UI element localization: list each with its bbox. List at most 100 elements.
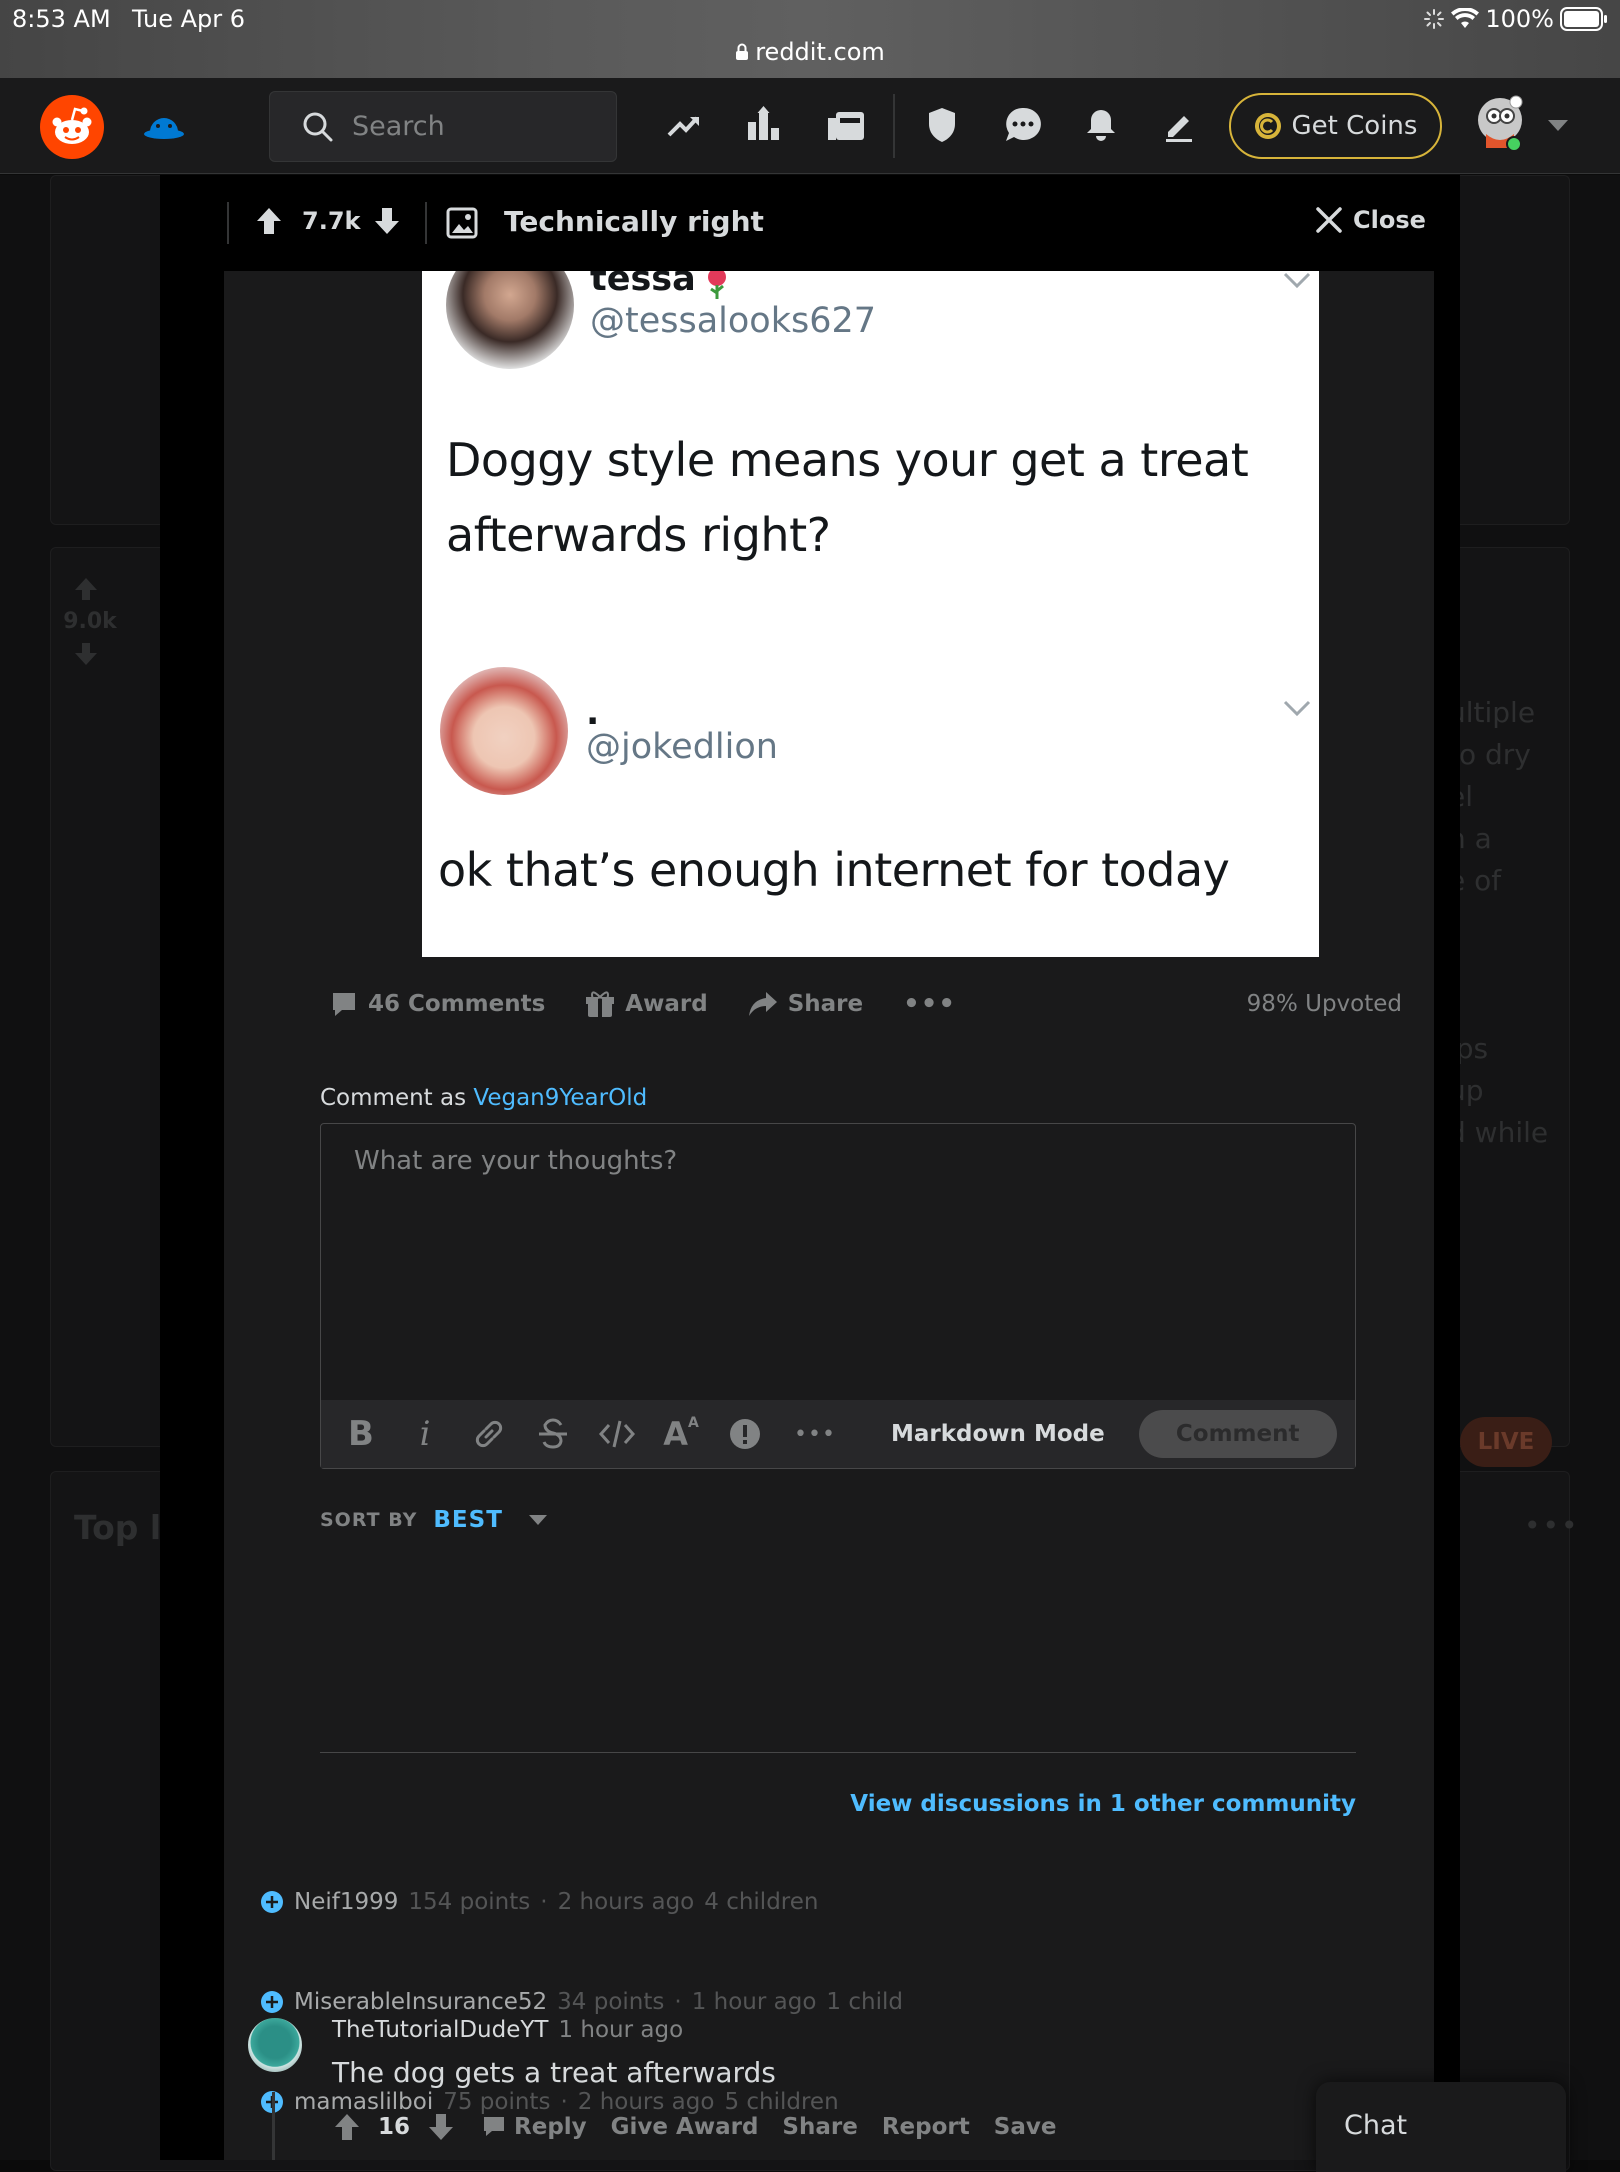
reply-label: Reply: [514, 2114, 587, 2140]
post-image[interactable]: tessa @tessalooks627 Doggy style means y…: [422, 271, 1319, 957]
comment-time: 1 hour ago: [558, 2017, 684, 2043]
share-arrow-icon: [748, 992, 777, 1016]
tweet1-handle: @tessalooks627: [590, 301, 877, 341]
more-options-icon[interactable]: •••: [903, 989, 956, 1019]
sort-by[interactable]: SORT BY BEST: [320, 1507, 547, 1533]
trending-icon[interactable]: [666, 108, 702, 144]
popular-community-icon[interactable]: [142, 108, 186, 144]
bg-side-text-1: to dry: [1448, 738, 1531, 771]
editor-toolbar: B i AA ••• Markdown Mode Comment: [321, 1400, 1355, 1468]
tweet1-chevron-down-icon: [1282, 271, 1312, 289]
image-post-icon: [446, 207, 478, 239]
strikethrough-icon[interactable]: [521, 1417, 585, 1451]
reply-button[interactable]: Reply: [482, 2114, 587, 2140]
bg-more-icon: •••: [1524, 1509, 1580, 1542]
tweet1-text: Doggy style means your get a treat after…: [446, 423, 1249, 573]
tweet1-text-line2: afterwards right?: [446, 508, 831, 562]
bg-live-badge: LIVE: [1460, 1417, 1552, 1467]
comment-actions: 16 Reply Give Award Share Report Save: [332, 2112, 1056, 2142]
bg-side-text-0: ultiple: [1448, 696, 1536, 729]
get-coins-label: Get Coins: [1291, 111, 1418, 141]
collapsed-children: 4 children: [704, 1889, 819, 1915]
comment-meta: TheTutorialDudeYT 1 hour ago: [332, 2017, 683, 2043]
status-date: Tue Apr 6: [132, 5, 246, 33]
expand-plus-icon[interactable]: [260, 1890, 284, 1914]
comment-icon: [333, 993, 355, 1016]
comment-as-username[interactable]: Vegan9YearOld: [473, 1085, 647, 1111]
close-icon: [1316, 207, 1342, 233]
share-label: Share: [787, 991, 864, 1017]
wifi-icon: [1451, 8, 1480, 30]
report-button[interactable]: Report: [882, 2114, 970, 2140]
chat-button[interactable]: Chat: [1316, 2082, 1566, 2172]
italic-icon[interactable]: i: [393, 1414, 457, 1454]
status-time: 8:53 AM: [12, 5, 111, 33]
spoiler-icon[interactable]: [713, 1418, 777, 1450]
comment-as: Comment as Vegan9YearOld: [320, 1085, 647, 1111]
collapsed-comment[interactable]: MiserableInsurance52 34 points · 1 hour …: [260, 1989, 903, 2015]
superscript-icon[interactable]: AA: [649, 1415, 713, 1453]
bg-vote-column: 9.0k: [63, 575, 117, 668]
comment-editor[interactable]: What are your thoughts? B i AA ••• Markd…: [320, 1123, 1356, 1469]
other-community-link[interactable]: View discussions in 1 other community: [850, 1791, 1356, 1817]
address-bar[interactable]: reddit.com: [0, 38, 1620, 66]
post-title[interactable]: Technically right: [504, 205, 764, 238]
comment-downvote-icon[interactable]: [426, 2112, 456, 2142]
give-award-button[interactable]: Give Award: [611, 2114, 759, 2140]
sort-divider: [320, 1752, 1356, 1753]
notification-bell-icon[interactable]: [1086, 108, 1116, 142]
downvote-arrow-icon[interactable]: [372, 206, 402, 236]
comment-share-button[interactable]: Share: [782, 2114, 857, 2140]
link-icon[interactable]: [457, 1416, 521, 1452]
comment-avatar[interactable]: [246, 2016, 304, 2074]
jokedlion-avatar: [440, 667, 568, 795]
create-post-pencil-icon[interactable]: [1164, 110, 1194, 142]
comment-score: 16: [378, 2114, 411, 2140]
sort-by-value[interactable]: BEST: [433, 1507, 503, 1533]
code-icon[interactable]: [585, 1418, 649, 1450]
sort-by-label: SORT BY: [320, 1509, 418, 1531]
comment-upvote-icon[interactable]: [332, 2112, 362, 2142]
sort-chevron-down-icon[interactable]: [528, 1515, 547, 1525]
moderation-shield-icon[interactable]: [926, 106, 958, 144]
upvote-arrow-icon[interactable]: [254, 206, 284, 236]
comment-submit-button[interactable]: Comment: [1138, 1410, 1337, 1458]
comment-text: The dog gets a treat afterwards: [332, 2056, 776, 2089]
collapsed-user[interactable]: MiserableInsurance52: [294, 1989, 547, 2015]
share-button[interactable]: Share: [748, 990, 863, 1018]
award-button[interactable]: Award: [585, 989, 708, 1019]
post-actions: 46 Comments Award Share •••: [330, 989, 956, 1019]
upvoted-percent: 98% Upvoted: [1246, 991, 1402, 1017]
bg-score: 9.0k: [63, 609, 117, 634]
feed-icon[interactable]: [826, 108, 866, 144]
comments-button[interactable]: 46 Comments: [330, 990, 545, 1018]
chat-bubble-icon[interactable]: [1004, 106, 1042, 144]
collapsed-user[interactable]: Neif1999: [294, 1889, 398, 1915]
comment-user[interactable]: TheTutorialDudeYT: [332, 2017, 548, 2043]
dot-separator: ·: [674, 1989, 682, 2015]
reddit-logo-icon[interactable]: [40, 95, 104, 159]
markdown-mode-button[interactable]: Markdown Mode: [891, 1421, 1105, 1447]
comment-thread-line[interactable]: [272, 2092, 275, 2160]
award-label: Award: [625, 991, 708, 1017]
battery-icon: [1560, 7, 1608, 31]
user-menu-chevron-down-icon[interactable]: [1548, 120, 1568, 132]
tessa-avatar: [446, 271, 574, 369]
bold-icon[interactable]: B: [329, 1414, 393, 1454]
editor-more-icon[interactable]: •••: [783, 1422, 847, 1447]
close-label: Close: [1353, 206, 1426, 234]
user-avatar[interactable]: [1474, 92, 1530, 154]
collapsed-comment[interactable]: Neif1999 154 points · 2 hours ago 4 chil…: [260, 1889, 818, 1915]
save-button[interactable]: Save: [994, 2114, 1057, 2140]
get-coins-button[interactable]: Get Coins: [1229, 93, 1442, 159]
expand-plus-icon[interactable]: [260, 1990, 284, 2014]
all-stats-icon[interactable]: [746, 106, 782, 144]
reddit-header: Search Get Coins: [0, 78, 1620, 174]
collapsed-time: 2 hours ago: [557, 1889, 695, 1915]
comment-placeholder[interactable]: What are your thoughts?: [354, 1146, 677, 1176]
close-button[interactable]: Close: [1315, 206, 1426, 234]
reply-comment-icon: [484, 2117, 505, 2136]
search-input[interactable]: Search: [269, 91, 617, 162]
loading-icon: [1423, 8, 1445, 30]
post-content-panel: tessa @tessalooks627 Doggy style means y…: [224, 271, 1434, 2160]
